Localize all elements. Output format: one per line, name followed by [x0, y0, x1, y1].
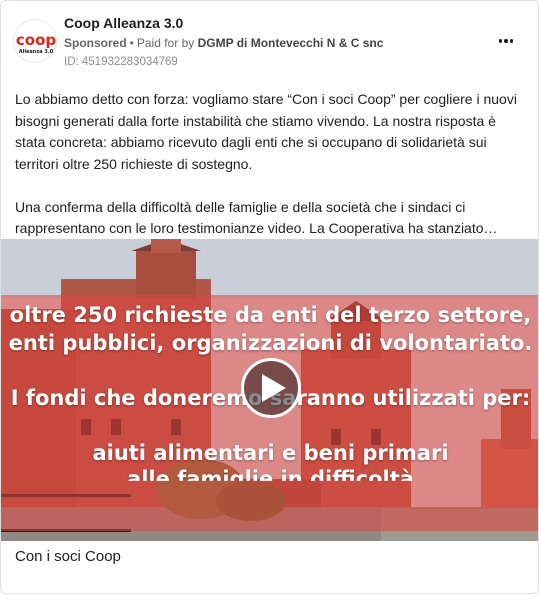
logo-word: coop — [16, 31, 57, 49]
post-paragraph: Lo abbiamo detto con forza: vogliamo sta… — [15, 91, 517, 172]
logo-sub: Alleanza 3.0 — [19, 49, 54, 55]
more-options-button[interactable] — [494, 29, 518, 53]
video-caption: Con i soci Coop — [15, 548, 121, 565]
video-player[interactable]: oltre 250 richieste da enti del terzo se… — [1, 239, 538, 541]
overlay-line: enti pubblici, organizzazioni di volonta… — [8, 331, 533, 355]
ad-id: ID: 451932283034769 — [64, 56, 178, 68]
post-body: Lo abbiamo detto con forza: vogliamo sta… — [15, 89, 527, 240]
page-avatar[interactable]: coop Alleanza 3.0 — [13, 19, 57, 63]
sponsored-label: Sponsored — [64, 36, 127, 50]
post-paragraph: Una conferma della difficoltà delle fami… — [15, 198, 498, 237]
coop-logo: coop Alleanza 3.0 — [14, 20, 57, 62]
sponsored-post-card: coop Alleanza 3.0 Coop Alleanza 3.0 Spon… — [0, 0, 539, 594]
play-icon — [261, 374, 286, 402]
play-button[interactable] — [241, 358, 301, 418]
separator-dot: • — [129, 36, 134, 50]
sponsor-line: Sponsored • Paid for by DGMP di Montevecch… — [64, 36, 383, 50]
paid-for-label: Paid for by — [136, 36, 195, 50]
page-name[interactable]: Coop Alleanza 3.0 — [64, 15, 183, 31]
overlay-line: oltre 250 richieste da enti del terzo se… — [9, 303, 532, 327]
post-header: coop Alleanza 3.0 Coop Alleanza 3.0 Spon… — [1, 1, 538, 81]
more-horizontal-icon — [498, 39, 503, 43]
overlay-line: aiuti alimentari e beni primari — [92, 441, 449, 465]
advertiser-name: DGMP di Montevecchi N & C snc — [197, 36, 384, 50]
